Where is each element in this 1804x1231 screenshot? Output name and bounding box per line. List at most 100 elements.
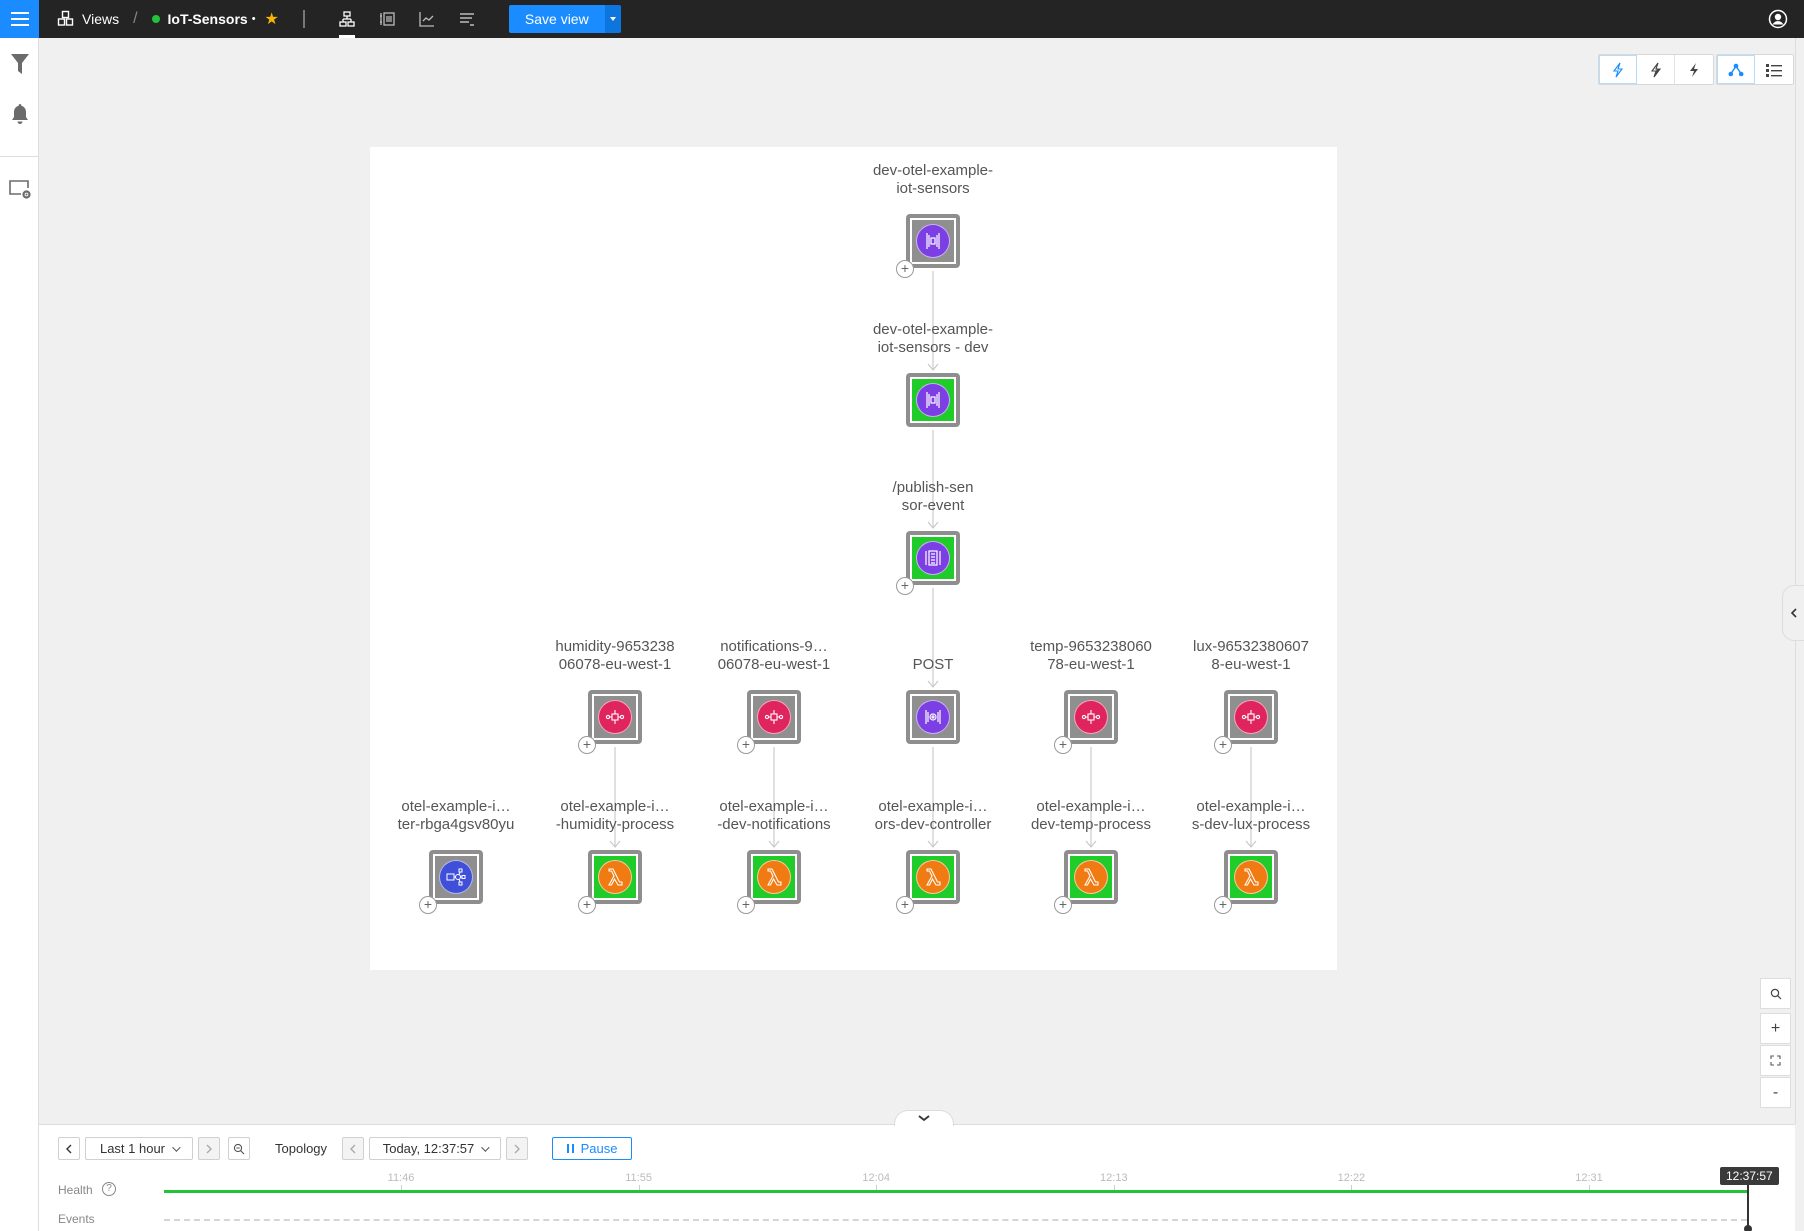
node-health-box[interactable]: + [578, 850, 642, 914]
node-label[interactable]: otel-example-i… -dev-notifications [694, 798, 854, 834]
topology-node[interactable]: otel-example-i… s-dev-lux-process + [1171, 798, 1331, 914]
health-help-icon[interactable]: ? [102, 1182, 116, 1196]
node-health-box[interactable] [906, 373, 960, 427]
main-menu-button[interactable] [0, 0, 39, 38]
telemetry-chart-tab[interactable] [407, 0, 447, 38]
node-label[interactable]: otel-example-i… ors-dev-controller [853, 798, 1013, 834]
node-label[interactable]: otel-example-i… ter-rbga4gsv80yu [376, 798, 536, 834]
expand-node-button[interactable]: + [737, 896, 755, 914]
favorite-star-icon[interactable]: ★ [265, 9, 279, 29]
expand-node-button[interactable]: + [896, 260, 914, 278]
expand-node-button[interactable]: + [896, 577, 914, 595]
fit-to-screen-button[interactable] [1760, 1045, 1791, 1076]
expand-node-button[interactable]: + [578, 736, 596, 754]
expand-node-button[interactable]: + [419, 896, 437, 914]
node-label[interactable]: notifications-9… 06078-eu-west-1 [694, 638, 854, 674]
time-range-select[interactable]: Last 1 hour [85, 1137, 193, 1160]
topology-node[interactable]: otel-example-i… ors-dev-controller + [853, 798, 1013, 914]
sidebar-item-view-settings[interactable] [0, 169, 39, 209]
root-cause-medium-button[interactable] [1637, 55, 1675, 84]
topology-time-next-button[interactable] [506, 1137, 528, 1160]
node-label[interactable]: otel-example-i… -humidity-process [535, 798, 695, 834]
node-label[interactable]: POST [853, 638, 1013, 674]
graph-view-button[interactable] [1717, 55, 1755, 84]
components-list-tab[interactable] [367, 0, 407, 38]
node-health-box[interactable]: + [1054, 850, 1118, 914]
expand-right-panel-button[interactable] [1782, 585, 1804, 641]
expand-node-button[interactable]: + [1214, 736, 1232, 754]
events-track[interactable] [164, 1219, 1747, 1221]
node-label[interactable]: lux-96532380607 8-eu-west-1 [1171, 638, 1331, 674]
topology-node[interactable]: POST [853, 638, 1013, 744]
zoom-out-button[interactable]: - [1760, 1077, 1791, 1108]
view-title: IoT-Sensors [167, 11, 248, 27]
sidebar-item-notifications[interactable] [0, 94, 39, 134]
time-cursor-line[interactable] [1747, 1182, 1749, 1228]
expand-node-button[interactable]: + [737, 736, 755, 754]
health-state-bar[interactable] [164, 1190, 1747, 1193]
user-account-icon[interactable] [1768, 9, 1788, 29]
time-range-prev-button[interactable] [58, 1137, 80, 1160]
expand-node-button[interactable]: + [896, 896, 914, 914]
funnel-icon [10, 54, 29, 74]
search-icon [1770, 988, 1781, 999]
topology-node[interactable]: /publish-sen sor-event + [853, 479, 1013, 595]
node-label[interactable]: /publish-sen sor-event [853, 479, 1013, 515]
time-cursor-label[interactable]: 12:37:57 [1720, 1167, 1779, 1185]
node-health-box[interactable]: + [1214, 690, 1278, 754]
node-label[interactable]: otel-example-i… dev-temp-process [1011, 798, 1171, 834]
node-health-box[interactable]: + [737, 850, 801, 914]
collapse-timeline-button[interactable] [894, 1110, 954, 1126]
expand-node-button[interactable]: + [1054, 896, 1072, 914]
node-health-box[interactable]: + [1054, 690, 1118, 754]
expand-node-button[interactable]: + [578, 896, 596, 914]
node-health-box[interactable]: + [896, 214, 960, 278]
node-health-box[interactable]: + [896, 850, 960, 914]
topology-node[interactable]: dev-otel-example-iot-sensors + [853, 162, 1013, 278]
lightning-outline-icon [1612, 62, 1624, 77]
bell-icon [11, 104, 28, 124]
topology-node[interactable]: otel-example-i… dev-temp-process + [1011, 798, 1171, 914]
node-label[interactable]: dev-otel-example-iot-sensors [853, 162, 1013, 198]
topology-node[interactable]: notifications-9… 06078-eu-west-1 + [694, 638, 854, 754]
node-health-box[interactable]: + [737, 690, 801, 754]
topology-time-label: Topology [275, 1141, 328, 1156]
topology-view-tab[interactable] [327, 0, 367, 38]
node-label[interactable]: otel-example-i… s-dev-lux-process [1171, 798, 1331, 834]
node-label[interactable]: humidity-9653238 06078-eu-west-1 [535, 638, 695, 674]
zoom-out-timeline-button[interactable] [228, 1137, 250, 1160]
expand-node-button[interactable]: + [1054, 736, 1072, 754]
node-label[interactable]: temp-9653238060 78-eu-west-1 [1011, 638, 1171, 674]
list-view-button[interactable] [1755, 55, 1793, 84]
topology-node[interactable]: temp-9653238060 78-eu-west-1 + [1011, 638, 1171, 754]
root-cause-full-button[interactable] [1675, 55, 1713, 84]
expand-node-button[interactable]: + [1214, 896, 1232, 914]
zoom-in-button[interactable]: + [1760, 1013, 1791, 1044]
time-range-next-button[interactable] [198, 1137, 220, 1160]
node-health-box[interactable] [906, 690, 960, 744]
node-health-box[interactable]: + [578, 690, 642, 754]
node-label-line-2: -dev-notifications [717, 816, 831, 833]
time-cursor-handle[interactable] [1744, 1225, 1752, 1231]
save-view-button[interactable]: Save view [508, 5, 605, 33]
topology-node[interactable]: otel-example-i… ter-rbga4gsv80yu + [376, 798, 536, 914]
node-health-box[interactable]: + [896, 531, 960, 595]
search-components-button[interactable] [1760, 978, 1791, 1009]
node-health-box[interactable]: + [419, 850, 483, 914]
topology-node[interactable]: lux-96532380607 8-eu-west-1 + [1171, 638, 1331, 754]
pause-button[interactable]: Pause [552, 1137, 632, 1160]
topology-time-select[interactable]: Today, 12:37:57 [369, 1137, 501, 1160]
node-health-box[interactable]: + [1214, 850, 1278, 914]
topology-node[interactable]: humidity-9653238 06078-eu-west-1 + [535, 638, 695, 754]
root-cause-low-button[interactable] [1599, 55, 1637, 84]
sidebar-item-filter[interactable] [0, 44, 39, 84]
node-label-line-1: otel-example-i… [401, 798, 511, 815]
topology-node[interactable]: otel-example-i… -humidity-process + [535, 798, 695, 914]
topology-node[interactable]: dev-otel-example-iot-sensors - dev [853, 321, 1013, 427]
save-view-dropdown-button[interactable] [604, 5, 621, 33]
breadcrumb-views-link[interactable]: Views [82, 11, 119, 27]
topology-node[interactable]: otel-example-i… -dev-notifications + [694, 798, 854, 914]
events-tab[interactable] [447, 0, 487, 38]
topology-time-prev-button[interactable] [342, 1137, 364, 1160]
node-label[interactable]: dev-otel-example-iot-sensors - dev [853, 321, 1013, 357]
